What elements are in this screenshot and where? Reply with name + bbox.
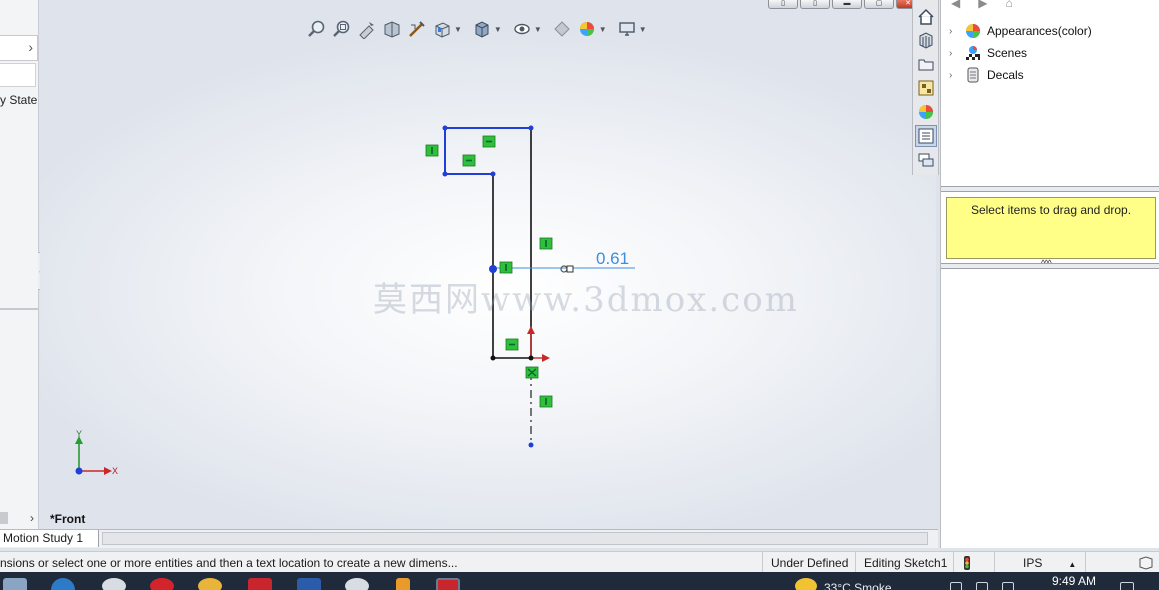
horizontal-relation-icon [462, 154, 476, 167]
chevron-right-icon[interactable]: › [949, 26, 959, 37]
tree-item-decals[interactable]: › Decals [949, 65, 1024, 85]
graphics-area[interactable]: ▼ ▼ ▼ ▼ ▼ Y X 0.61 莫西网www.3dmox.com *Fro… [40, 0, 936, 530]
vertical-relation-icon [539, 237, 553, 250]
pencil-taskbar-icon[interactable] [396, 578, 410, 590]
home-icon[interactable]: ⌂ [1005, 0, 1012, 10]
reference-triad: Y X [75, 429, 118, 476]
chevron-right-icon[interactable]: › [28, 39, 33, 55]
back-icon[interactable]: ◀ [951, 0, 960, 10]
outlook-taskbar-icon[interactable] [51, 578, 75, 590]
horizontal-relation-icon [505, 338, 519, 351]
model-tab-strip: Motion Study 1 [0, 529, 938, 548]
acrobat-taskbar-icon[interactable] [248, 578, 272, 590]
network-icon[interactable] [976, 582, 988, 590]
triad-y-label: Y [76, 429, 82, 439]
file-explorer-taskbar-icon[interactable] [3, 578, 27, 590]
vertical-relation-icon [539, 395, 553, 408]
watermark-text: 莫西网www.3dmox.com [373, 280, 799, 320]
weather-text[interactable]: 33°C Smoke [824, 581, 892, 590]
task-pane-splitter[interactable] [941, 186, 1159, 192]
chevron-right-icon[interactable]: › [949, 70, 959, 81]
sketch-status: Under Defined [762, 552, 854, 572]
vertical-relation-icon [425, 144, 439, 157]
dimension-value[interactable]: 0.61 [596, 249, 629, 269]
forum-icon[interactable] [915, 149, 937, 171]
collapse-glyph[interactable]: ^^^ [1041, 258, 1052, 268]
feature-manager-tab-row[interactable]: › [0, 35, 38, 61]
editing-status: Editing Sketch1 [855, 552, 952, 572]
rebuild-icon [964, 556, 970, 570]
view-palette-icon[interactable] [915, 77, 937, 99]
tile-vertical-button[interactable]: ▯ [800, 0, 830, 9]
quick-tips-button[interactable] [1085, 552, 1159, 572]
solidworks-resources-icon[interactable] [915, 6, 937, 28]
task-pane: ◀ ▶ ⌂ › Appearances(color) › Scenes › De… [940, 0, 1159, 548]
windows-taskbar: 33°C Smoke 9:49 AM [0, 572, 1159, 590]
scenes-icon [966, 46, 980, 60]
tree-item-label: Scenes [987, 46, 1028, 60]
word-taskbar-icon[interactable] [297, 578, 321, 590]
tree-item-appearances[interactable]: › Appearances(color) [949, 21, 1092, 41]
coincident-relation-icon [525, 366, 539, 379]
feature-manager-filter[interactable] [0, 63, 36, 87]
tree-item-scenes[interactable]: › Scenes [949, 43, 1027, 63]
sketch-lines-underdefined[interactable] [444, 127, 531, 175]
drag-drop-hint: Select items to drag and drop. [946, 197, 1156, 259]
tray-icon[interactable] [950, 582, 962, 590]
solidworks-taskbar-icon[interactable] [436, 578, 460, 590]
settings-taskbar-icon[interactable] [345, 578, 369, 590]
panel-splitter[interactable] [0, 308, 38, 310]
opera-taskbar-icon[interactable] [150, 578, 174, 590]
restore-button[interactable]: ▢ [864, 0, 894, 9]
task-pane-toolbar: ◀ ▶ ⌂ [951, 0, 1151, 10]
status-bar: nsions or select one or more entities an… [0, 551, 1159, 572]
units-label: IPS [1023, 556, 1043, 570]
notification-icon[interactable] [1120, 582, 1134, 590]
sketch-lines-defined[interactable] [492, 128, 532, 359]
quick-tips-icon [1139, 556, 1153, 570]
units-selector[interactable]: IPS ▲ [994, 552, 1084, 572]
task-pane-splitter[interactable]: ^^^ [941, 258, 1159, 269]
tile-horizontal-button[interactable]: ▯ [768, 0, 798, 9]
sketch-canvas[interactable]: Y X [40, 0, 936, 530]
volume-icon[interactable] [1002, 582, 1014, 590]
minimize-button[interactable]: ▬ [832, 0, 862, 9]
horizontal-relation-icon [482, 135, 496, 148]
appearances-scenes-decals-icon[interactable] [915, 101, 937, 123]
document-window-controls: ▯ ▯ ▬ ▢ ✕ [768, 0, 920, 10]
triad-x-label: X [112, 466, 118, 476]
appearances-icon [966, 24, 980, 38]
forward-icon[interactable]: ▶ [978, 0, 987, 10]
scroll-right-icon[interactable]: › [30, 511, 34, 525]
task-pane-tab-strip [912, 0, 939, 175]
chrome-taskbar-icon[interactable] [198, 578, 222, 590]
rebuild-indicator[interactable] [953, 552, 993, 572]
design-library-icon[interactable] [915, 29, 937, 51]
horizontal-scrollbar[interactable] [0, 512, 8, 524]
file-explorer-icon[interactable] [915, 53, 937, 75]
decals-icon [967, 67, 979, 83]
view-orientation-label: *Front [50, 512, 86, 526]
horizontal-scrollbar[interactable] [102, 532, 928, 545]
tree-item-label: Appearances(color) [987, 24, 1092, 38]
custom-properties-icon[interactable] [915, 125, 937, 147]
feature-manager-panel: › y State › [0, 0, 39, 530]
chevron-right-icon[interactable]: › [949, 48, 959, 59]
app-taskbar-icon[interactable] [102, 578, 126, 590]
display-state-label: y State [0, 93, 38, 107]
chevron-up-icon: ▲ [1068, 560, 1077, 569]
status-message: nsions or select one or more entities an… [0, 556, 458, 570]
taskbar-clock[interactable]: 9:49 AM [1052, 574, 1096, 588]
tree-item-label: Decals [987, 68, 1024, 82]
tab-motion-study-1[interactable]: Motion Study 1 [0, 530, 100, 547]
weather-icon[interactable] [795, 578, 817, 590]
